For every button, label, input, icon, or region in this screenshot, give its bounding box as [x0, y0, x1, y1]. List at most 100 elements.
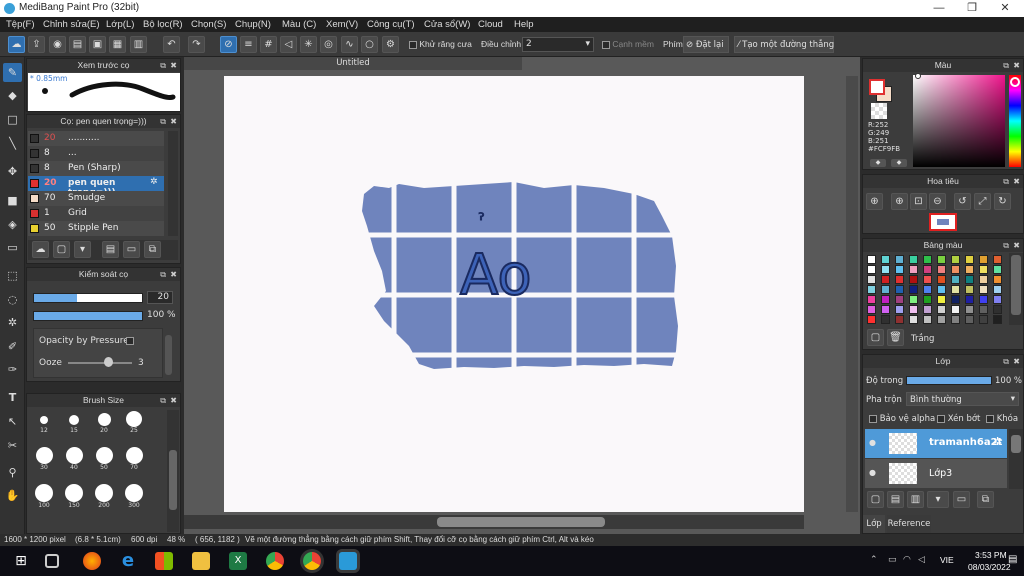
- brush-size-preset[interactable]: 15: [59, 410, 89, 438]
- menu-file[interactable]: Tệp(F): [6, 19, 35, 30]
- palette-swatch[interactable]: [909, 315, 918, 324]
- add-swatch-icon[interactable]: ▢: [867, 329, 884, 346]
- menu-help[interactable]: Help: [514, 19, 534, 30]
- palette-swatch[interactable]: [895, 295, 904, 304]
- bucket-tool-icon[interactable]: ◈: [3, 215, 22, 234]
- select-eraser-tool-icon[interactable]: ✑: [3, 360, 22, 379]
- palette-swatch[interactable]: [937, 275, 946, 284]
- clock-time[interactable]: 3:53 PM: [975, 550, 1007, 560]
- palette-swatch[interactable]: [867, 265, 876, 274]
- palette-swatch[interactable]: [965, 275, 974, 284]
- brush-cloud-icon[interactable]: ☁: [32, 241, 49, 258]
- palette-swatch[interactable]: [993, 315, 1002, 324]
- delete-swatch-icon[interactable]: 🗑: [887, 329, 904, 346]
- ooze-slider-handle[interactable]: [104, 357, 113, 367]
- lock-option[interactable]: Khóa: [986, 414, 1018, 424]
- palette-swatch[interactable]: [951, 305, 960, 314]
- firefox-icon[interactable]: [83, 552, 101, 570]
- palette-swatch[interactable]: [895, 305, 904, 314]
- new-layer-icon[interactable]: ▢: [867, 491, 884, 508]
- palette-swatch[interactable]: [937, 265, 946, 274]
- palette-swatch[interactable]: [979, 305, 988, 314]
- lock-checkbox[interactable]: [986, 414, 994, 423]
- grid-panel-icon[interactable]: ▦: [109, 36, 126, 53]
- palette-swatch[interactable]: [923, 285, 932, 294]
- palette-swatch[interactable]: [993, 265, 1002, 274]
- reset-button[interactable]: ⊘ Đặt lại: [683, 36, 729, 53]
- divide-tool-icon[interactable]: ✂: [3, 436, 22, 455]
- palette-swatch[interactable]: [951, 275, 960, 284]
- menu-filter[interactable]: Bộ lọc(R): [143, 19, 183, 30]
- upload-icon[interactable]: ⇪: [28, 36, 45, 53]
- palette-swatch[interactable]: [923, 295, 932, 304]
- menu-view[interactable]: Xem(V): [326, 19, 358, 30]
- adjust-select[interactable]: 2 ▾: [522, 37, 594, 52]
- layer-item-selected[interactable]: ● tramanh6a2t ✲: [865, 429, 1007, 458]
- volume-icon[interactable]: ◁: [918, 555, 925, 565]
- new-brush-icon[interactable]: ▢: [53, 241, 70, 258]
- layer-settings-gear-icon[interactable]: ✲: [993, 435, 1002, 448]
- palette-swatch[interactable]: [881, 265, 890, 274]
- undo-icon[interactable]: ↶: [163, 36, 180, 53]
- clock-date[interactable]: 08/03/2022: [968, 562, 1011, 572]
- snap-off-icon[interactable]: ⊘: [220, 36, 237, 53]
- palette-swatch[interactable]: [951, 255, 960, 264]
- clipping-checkbox[interactable]: [937, 414, 945, 423]
- palette-swatch[interactable]: [923, 255, 932, 264]
- soft-edge-option[interactable]: Cạnh mềm: [602, 39, 654, 49]
- palette-swatch[interactable]: [993, 305, 1002, 314]
- zoom-out-icon[interactable]: ⊖: [929, 193, 946, 210]
- brush-size-scrollbar[interactable]: [167, 410, 179, 532]
- layers-scroll-thumb[interactable]: [1011, 435, 1021, 453]
- palette-swatch[interactable]: [909, 285, 918, 294]
- palette-swatch[interactable]: [881, 305, 890, 314]
- palette-swatch[interactable]: [937, 285, 946, 294]
- palette-swatch[interactable]: [923, 305, 932, 314]
- antialias-checkbox[interactable]: [409, 40, 417, 49]
- blend-mode-select[interactable]: Bình thường ▾: [906, 392, 1019, 406]
- palette-swatch[interactable]: [881, 275, 890, 284]
- popout-icon[interactable]: ⧉: [160, 268, 166, 281]
- chrome-icon[interactable]: [266, 552, 284, 570]
- navigator-preview[interactable]: [929, 213, 957, 231]
- chrome-profile-icon[interactable]: [303, 552, 321, 570]
- brush-list-scrollbar[interactable]: [168, 131, 178, 236]
- close-panel-icon[interactable]: ✖: [1013, 59, 1020, 72]
- palette-swatch[interactable]: [979, 285, 988, 294]
- brush-size-preset[interactable]: 50: [89, 447, 119, 475]
- palette-swatch[interactable]: [881, 295, 890, 304]
- store-icon[interactable]: [155, 552, 173, 570]
- ooze-slider[interactable]: [68, 362, 132, 364]
- edge-icon[interactable]: e: [119, 552, 137, 570]
- popout-icon[interactable]: ⧉: [160, 394, 166, 407]
- drawing-canvas[interactable]: Ao ˀ: [224, 76, 804, 512]
- palette-swatch[interactable]: [909, 255, 918, 264]
- brush-props-icon[interactable]: ▤: [102, 241, 119, 258]
- close-panel-icon[interactable]: ✖: [170, 394, 177, 407]
- palette-swatch[interactable]: [965, 315, 974, 324]
- brush-size-preset[interactable]: 25: [119, 410, 149, 438]
- brush-item-selected[interactable]: 20pen quen trọng=)))✲: [28, 176, 164, 198]
- gradient-tool-icon[interactable]: ▭: [3, 238, 22, 257]
- brush-size-preset[interactable]: 300: [119, 484, 149, 512]
- protect-alpha-checkbox[interactable]: [869, 414, 877, 423]
- palette-swatch[interactable]: [937, 295, 946, 304]
- palette-swatch[interactable]: [867, 305, 876, 314]
- canvas-vertical-scrollbar[interactable]: [846, 76, 858, 512]
- close-panel-icon[interactable]: ✖: [170, 115, 177, 128]
- palette-swatch[interactable]: [909, 295, 918, 304]
- canvas-horizontal-scroll-thumb[interactable]: [437, 517, 605, 527]
- minimize-button[interactable]: —: [922, 0, 956, 17]
- palette-swatch[interactable]: [867, 315, 876, 324]
- settings-gear-icon[interactable]: ⚙: [382, 36, 399, 53]
- fit-icon[interactable]: ⊡: [910, 193, 927, 210]
- antialias-option[interactable]: Khử răng cưa: [409, 39, 472, 49]
- close-panel-icon[interactable]: ✖: [170, 59, 177, 72]
- menu-color[interactable]: Màu (C): [282, 19, 316, 30]
- hand-tool-icon[interactable]: ✋: [3, 486, 22, 505]
- soft-edge-checkbox[interactable]: [602, 40, 610, 49]
- visibility-eye-icon[interactable]: ●: [869, 438, 876, 447]
- palette-swatch[interactable]: [895, 265, 904, 274]
- palette-swatch[interactable]: [881, 285, 890, 294]
- palette-swatch[interactable]: [979, 315, 988, 324]
